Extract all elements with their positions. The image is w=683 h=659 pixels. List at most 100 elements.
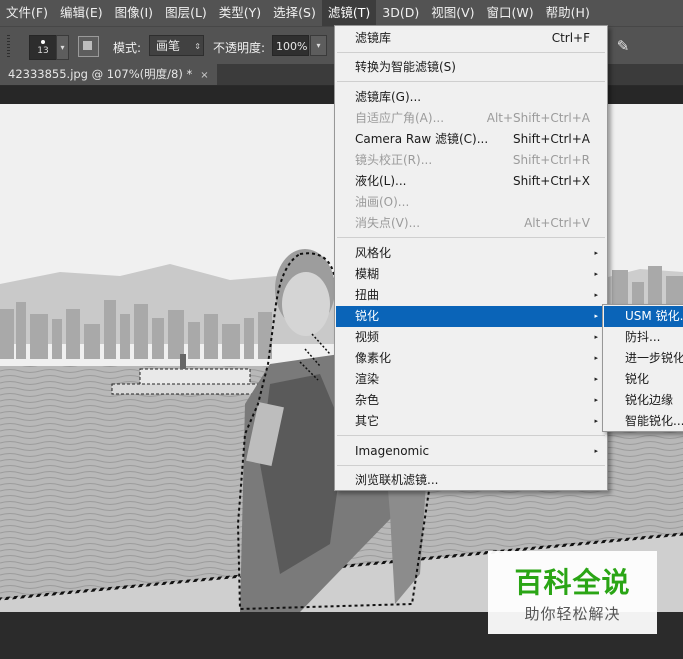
menu-item-filter-gallery[interactable]: 滤镜库(G)... bbox=[336, 87, 606, 108]
menu-item-distort[interactable]: 扭曲 ▸ bbox=[336, 285, 606, 306]
menu-item-shortcut: Alt+Ctrl+V bbox=[524, 216, 590, 230]
menu-item-adaptive-wide-angle[interactable]: 自适应广角(A)... Alt+Shift+Ctrl+A bbox=[336, 108, 606, 129]
submenu-arrow-icon: ▸ bbox=[594, 249, 598, 257]
menu-item-shortcut: Shift+Ctrl+R bbox=[512, 153, 590, 167]
menu-item-blur[interactable]: 模糊 ▸ bbox=[336, 264, 606, 285]
submenu-arrow-icon: ▸ bbox=[594, 270, 598, 278]
menu-layer[interactable]: 图层(L) bbox=[159, 0, 213, 26]
pen-pressure-icon[interactable]: ✎ bbox=[613, 36, 633, 56]
menu-item-label: 渲染 bbox=[355, 372, 380, 386]
submenu-item-label: USM 锐化... bbox=[625, 309, 683, 323]
opacity-dropdown[interactable]: ▾ bbox=[310, 35, 327, 56]
menu-type[interactable]: 类型(Y) bbox=[213, 0, 267, 26]
menu-item-shortcut: Shift+Ctrl+A bbox=[513, 132, 590, 146]
menu-item-other[interactable]: 其它 ▸ bbox=[336, 411, 606, 432]
filter-menu: 滤镜库 Ctrl+F 转换为智能滤镜(S) 滤镜库(G)... 自适应广角(A)… bbox=[334, 25, 608, 491]
menu-item-label: 镜头校正(R)... bbox=[355, 153, 433, 167]
submenu-arrow-icon: ▸ bbox=[594, 354, 598, 362]
watermark-subtitle: 助你轻松解决 bbox=[524, 605, 621, 623]
menu-separator bbox=[337, 237, 605, 238]
submenu-item-label: 进一步锐化 bbox=[625, 351, 683, 365]
menu-edit[interactable]: 编辑(E) bbox=[54, 0, 109, 26]
submenu-item-sharpen-edges[interactable]: 锐化边缘 bbox=[604, 390, 683, 411]
submenu-item-sharpen-more[interactable]: 进一步锐化 bbox=[604, 348, 683, 369]
watermark-title: 百科全说 bbox=[514, 566, 631, 599]
menu-separator bbox=[337, 465, 605, 466]
menu-item-stylize[interactable]: 风格化 ▸ bbox=[336, 243, 606, 264]
menu-item-video[interactable]: 视频 ▸ bbox=[336, 327, 606, 348]
menu-item-imagenomic[interactable]: Imagenomic ▸ bbox=[336, 441, 606, 462]
menu-item-shortcut: Shift+Ctrl+X bbox=[513, 174, 590, 188]
opacity-input[interactable]: 100% bbox=[272, 35, 309, 56]
menubar: 文件(F) 编辑(E) 图像(I) 图层(L) 类型(Y) 选择(S) 滤镜(T… bbox=[0, 0, 683, 26]
submenu-arrow-icon: ▸ bbox=[594, 333, 598, 341]
menu-item-lens-correction[interactable]: 镜头校正(R)... Shift+Ctrl+R bbox=[336, 150, 606, 171]
menu-item-label: 视频 bbox=[355, 330, 380, 344]
menu-item-oil-paint[interactable]: 油画(O)... bbox=[336, 192, 606, 213]
menu-separator bbox=[337, 81, 605, 82]
menu-item-camera-raw[interactable]: Camera Raw 滤镜(C)... Shift+Ctrl+A bbox=[336, 129, 606, 150]
sharpen-submenu: USM 锐化... 防抖... 进一步锐化 锐化 锐化边缘 智能锐化... bbox=[602, 304, 683, 432]
menu-filter[interactable]: 滤镜(T) bbox=[321, 0, 377, 26]
menu-item-label: 像素化 bbox=[355, 351, 392, 365]
menu-item-label: 扭曲 bbox=[355, 288, 380, 302]
menu-item-shortcut: Alt+Shift+Ctrl+A bbox=[486, 111, 590, 125]
menu-select[interactable]: 选择(S) bbox=[267, 0, 322, 26]
watermark-logo: 百科全说 助你轻松解决 bbox=[488, 551, 657, 634]
submenu-arrow-icon: ▸ bbox=[594, 375, 598, 383]
brush-tip-icon bbox=[41, 40, 45, 44]
opacity-label: 不透明度: bbox=[213, 41, 266, 55]
brush-panel-toggle-icon[interactable] bbox=[78, 36, 99, 57]
menu-item-label: Camera Raw 滤镜(C)... bbox=[355, 132, 489, 146]
menu-item-render[interactable]: 渲染 ▸ bbox=[336, 369, 606, 390]
menu-item-liquify[interactable]: 液化(L)... Shift+Ctrl+X bbox=[336, 171, 606, 192]
menu-help[interactable]: 帮助(H) bbox=[540, 0, 596, 26]
menu-item-sharpen[interactable]: 锐化 ▸ bbox=[336, 306, 606, 327]
submenu-arrow-icon: ▸ bbox=[594, 291, 598, 299]
submenu-item-label: 智能锐化... bbox=[625, 414, 683, 428]
menu-item-shortcut: Ctrl+F bbox=[551, 31, 590, 45]
menu-item-label: 锐化 bbox=[355, 309, 380, 323]
menu-image[interactable]: 图像(I) bbox=[109, 0, 159, 26]
menu-separator bbox=[337, 52, 605, 53]
menu-item-noise[interactable]: 杂色 ▸ bbox=[336, 390, 606, 411]
menu-item-label: 转换为智能滤镜(S) bbox=[355, 60, 456, 74]
menu-item-label: 其它 bbox=[355, 414, 380, 428]
menu-view[interactable]: 视图(V) bbox=[425, 0, 480, 26]
mode-label: 模式: bbox=[113, 41, 142, 55]
menu-item-pixelate[interactable]: 像素化 ▸ bbox=[336, 348, 606, 369]
mode-value: 画笔 bbox=[156, 39, 181, 53]
submenu-item-label: 防抖... bbox=[625, 330, 661, 344]
submenu-item-sharpen[interactable]: 锐化 bbox=[604, 369, 683, 390]
menu-item-convert-smart-filter[interactable]: 转换为智能滤镜(S) bbox=[336, 57, 606, 78]
close-tab-icon[interactable]: × bbox=[200, 70, 208, 81]
menu-item-label: 油画(O)... bbox=[355, 195, 410, 209]
menu-item-label: 浏览联机滤镜... bbox=[355, 473, 439, 487]
submenu-arrow-icon: ▸ bbox=[594, 447, 598, 455]
document-tab[interactable]: 42333855.jpg @ 107%(明度/8) * × bbox=[0, 64, 217, 85]
document-tab-title: 42333855.jpg @ 107%(明度/8) * bbox=[8, 67, 193, 81]
menu-item-label: 自适应广角(A)... bbox=[355, 111, 445, 125]
menu-item-label: 模糊 bbox=[355, 267, 380, 281]
submenu-item-label: 锐化 bbox=[625, 372, 650, 386]
menu-3d[interactable]: 3D(D) bbox=[376, 0, 425, 26]
menu-item-label: 消失点(V)... bbox=[355, 216, 421, 230]
brush-preset-dropdown[interactable]: ▾ bbox=[56, 35, 69, 60]
menu-item-label: 风格化 bbox=[355, 246, 392, 260]
brush-preset-picker[interactable]: 13 bbox=[29, 35, 57, 60]
menu-item-label: 滤镜库(G)... bbox=[355, 90, 422, 104]
brush-size-value: 13 bbox=[37, 46, 49, 56]
options-bar-grip[interactable] bbox=[7, 35, 10, 57]
mode-select[interactable]: 画笔 ⇕ bbox=[149, 35, 204, 56]
menu-item-vanishing-point[interactable]: 消失点(V)... Alt+Ctrl+V bbox=[336, 213, 606, 234]
menu-item-filter-gallery-last[interactable]: 滤镜库 Ctrl+F bbox=[336, 28, 606, 49]
menu-file[interactable]: 文件(F) bbox=[0, 0, 54, 26]
menu-window[interactable]: 窗口(W) bbox=[481, 0, 540, 26]
submenu-item-smart-sharpen[interactable]: 智能锐化... bbox=[604, 411, 683, 432]
menu-item-label: 液化(L)... bbox=[355, 174, 407, 188]
menu-item-browse-online-filters[interactable]: 浏览联机滤镜... bbox=[336, 470, 606, 491]
submenu-item-unsharp-mask[interactable]: USM 锐化... bbox=[604, 306, 683, 327]
submenu-item-shake-reduction[interactable]: 防抖... bbox=[604, 327, 683, 348]
submenu-arrow-icon: ▸ bbox=[594, 417, 598, 425]
menu-separator bbox=[337, 435, 605, 436]
